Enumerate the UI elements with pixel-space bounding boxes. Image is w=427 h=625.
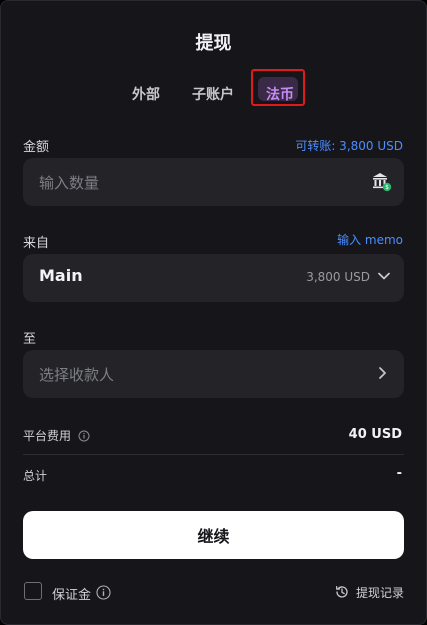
margin-checkbox[interactable] (24, 582, 42, 600)
from-account-balance: 3,800 USD (306, 270, 370, 284)
to-label: 至 (23, 332, 37, 347)
dialog-title: 提现 (195, 33, 232, 54)
chevron-right-icon (374, 365, 390, 385)
continue-button[interactable]: 继续 (23, 511, 404, 559)
amount-label: 金额 (23, 140, 50, 155)
total-value: - (396, 466, 402, 481)
margin-label: 保证金 (52, 588, 92, 603)
tab-subaccount[interactable]: 子账户 (192, 84, 234, 104)
fee-value: 40 USD (348, 427, 402, 442)
divider (23, 454, 404, 455)
chevron-down-icon (376, 268, 392, 288)
bank-icon[interactable]: $ (370, 170, 392, 196)
from-label: 来自 (23, 236, 50, 251)
recipient-placeholder: 选择收款人 (39, 366, 115, 384)
fee-label: 平台费用 (23, 429, 72, 443)
info-icon[interactable] (78, 430, 90, 445)
tab-fiat[interactable]: 法币 (266, 84, 294, 104)
tab-external[interactable]: 外部 (132, 84, 160, 104)
withdraw-history-link[interactable]: 提现记录 (356, 584, 404, 601)
history-icon[interactable] (334, 584, 350, 604)
from-account-select[interactable]: Main 3,800 USD (23, 254, 404, 302)
fee-label-row: 平台费用 (23, 427, 90, 445)
from-account-name: Main (39, 266, 83, 285)
amount-input[interactable]: 输入数量 $ (23, 158, 404, 206)
memo-link[interactable]: 输入 memo (337, 231, 403, 248)
amount-placeholder: 输入数量 (39, 174, 100, 192)
tab-bar: 外部 子账户 法币 (1, 69, 426, 115)
recipient-select[interactable]: 选择收款人 (23, 350, 404, 398)
withdraw-dialog: 提现 外部 子账户 法币 金额 可转账: 3,800 USD 输入数量 $ 来自… (0, 0, 427, 625)
total-label: 总计 (23, 469, 48, 483)
available-balance-link[interactable]: 可转账: 3,800 USD (295, 137, 403, 154)
margin-info-icon[interactable] (96, 585, 111, 604)
svg-text:$: $ (385, 184, 389, 191)
